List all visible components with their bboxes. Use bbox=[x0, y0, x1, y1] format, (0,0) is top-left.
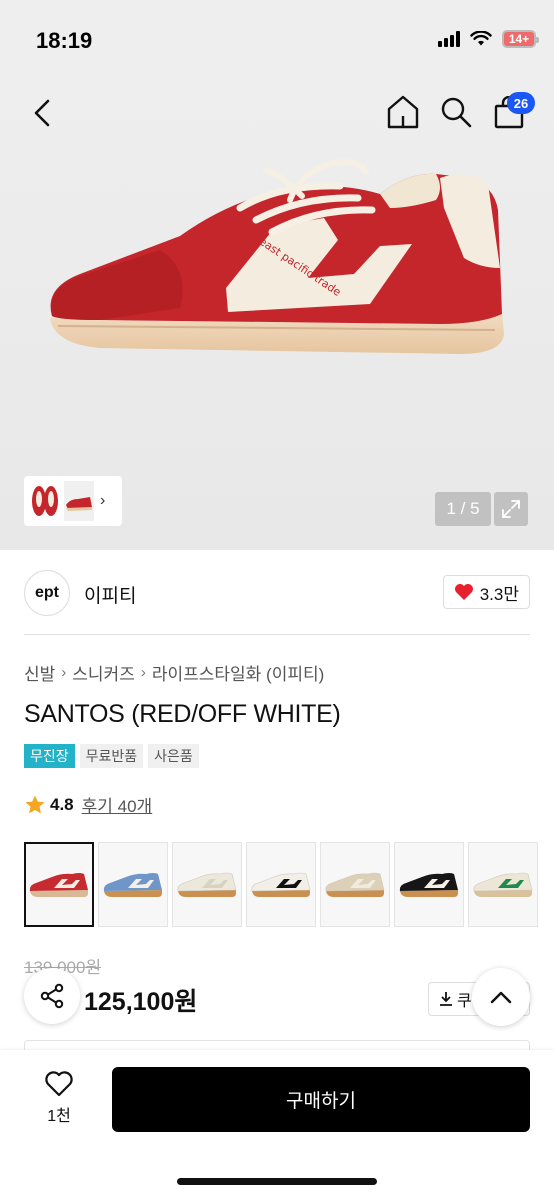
coupon-label: 쿠 bbox=[457, 993, 472, 1010]
wishlist-count: 1천 bbox=[47, 1108, 71, 1125]
shoe-thumbnail bbox=[29, 872, 88, 897]
tag-badge: 사은품 bbox=[148, 744, 199, 768]
star-icon bbox=[25, 795, 45, 813]
gallery-thumbnails[interactable]: › bbox=[24, 476, 122, 526]
download-icon bbox=[440, 992, 452, 1006]
chevron-up-icon bbox=[490, 991, 512, 1004]
heart-filled-icon bbox=[454, 584, 473, 600]
heart-outline-icon bbox=[45, 1071, 73, 1097]
battery-icon: 14+ bbox=[502, 30, 539, 48]
chevron-right-icon: › bbox=[140, 664, 146, 681]
color-option[interactable] bbox=[24, 842, 94, 927]
breadcrumb-item[interactable]: 신발 bbox=[24, 660, 55, 685]
sale-price: 125,100원 bbox=[84, 988, 198, 1016]
brand-like-count: 3.3만 bbox=[479, 584, 519, 604]
color-option[interactable] bbox=[246, 842, 316, 927]
shoe-thumbnail bbox=[251, 872, 311, 897]
product-image: east pacific trade bbox=[50, 158, 504, 354]
brand-logo[interactable]: ept bbox=[24, 570, 70, 616]
back-arrow-icon[interactable] bbox=[26, 96, 60, 130]
share-icon bbox=[40, 983, 64, 1009]
color-option[interactable] bbox=[468, 842, 538, 927]
home-icon[interactable] bbox=[386, 94, 420, 130]
bottom-action-bar: 1천 구매하기 bbox=[0, 1050, 554, 1200]
divider bbox=[24, 634, 530, 635]
color-option[interactable] bbox=[394, 842, 464, 927]
wishlist-button[interactable]: 1천 bbox=[30, 1070, 88, 1132]
brand-row[interactable]: ept 이피티 3.3만 bbox=[24, 570, 530, 616]
shoe-thumbnail bbox=[103, 872, 162, 897]
gallery-thumbnail[interactable] bbox=[28, 481, 62, 521]
color-option[interactable] bbox=[98, 842, 168, 927]
product-title: SANTOS (RED/OFF WHITE) bbox=[24, 700, 341, 728]
rating-value: 4.8 bbox=[50, 794, 74, 814]
shoe-thumbnail bbox=[325, 872, 385, 897]
home-indicator bbox=[177, 1178, 377, 1185]
chevron-right-icon: › bbox=[61, 664, 67, 681]
gallery-page-indicator: 1 / 5 bbox=[435, 492, 491, 526]
shoe-thumbnail bbox=[473, 872, 533, 897]
battery-level: 14+ bbox=[508, 32, 530, 46]
breadcrumb: 신발 › 스니커즈 › 라이프스타일화 (이피티) bbox=[24, 660, 324, 685]
status-time: 18:19 bbox=[36, 28, 93, 53]
brand-name[interactable]: 이피티 bbox=[84, 581, 136, 608]
gallery-thumbnail[interactable] bbox=[64, 481, 94, 521]
cart-count-badge: 26 bbox=[507, 92, 535, 114]
color-option[interactable] bbox=[320, 842, 390, 927]
tag-badge: 무료반품 bbox=[79, 744, 144, 768]
share-button[interactable] bbox=[24, 968, 80, 1024]
review-link[interactable]: 후기 40개 bbox=[82, 792, 153, 817]
wifi-icon bbox=[470, 31, 492, 46]
expand-icon bbox=[502, 500, 520, 518]
product-tags: 무진장 무료반품 사은품 bbox=[24, 744, 199, 768]
expand-button[interactable] bbox=[494, 492, 528, 526]
status-icons: 14+ bbox=[438, 30, 539, 48]
tag-badge: 무진장 bbox=[24, 744, 75, 768]
chevron-right-icon[interactable]: › bbox=[100, 492, 105, 510]
search-icon[interactable] bbox=[439, 94, 473, 130]
brand-like-button[interactable]: 3.3만 bbox=[442, 575, 530, 609]
scroll-to-top-button[interactable] bbox=[472, 968, 530, 1026]
shoe-thumbnail bbox=[399, 872, 458, 897]
buy-button[interactable]: 구매하기 bbox=[112, 1067, 530, 1132]
breadcrumb-item[interactable]: 스니커즈 bbox=[72, 660, 135, 685]
shoe-thumbnail bbox=[177, 872, 237, 897]
color-options bbox=[24, 842, 538, 927]
rating-row: 4.8 후기 40개 bbox=[24, 792, 152, 817]
signal-icon bbox=[438, 31, 460, 47]
breadcrumb-item[interactable]: 라이프스타일화 (이피티) bbox=[152, 660, 324, 685]
status-bar: 18:19 14+ bbox=[0, 0, 554, 80]
color-option[interactable] bbox=[172, 842, 242, 927]
product-gallery[interactable]: 26 east pacific trade › 1 / 5 bbox=[0, 80, 554, 550]
